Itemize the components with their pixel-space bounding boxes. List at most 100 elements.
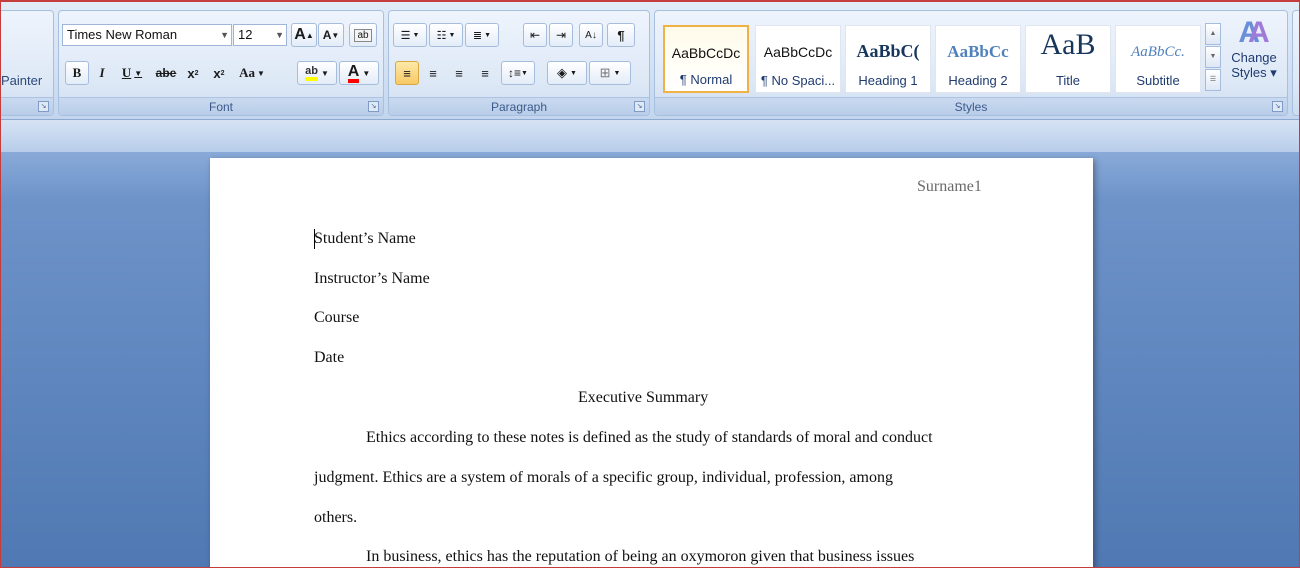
paragraph-2-line-1[interactable]: In business, ethics has the reputation o… [366, 548, 914, 566]
font-name-combo[interactable]: Times New Roman ▼ [62, 24, 232, 46]
font-group: Times New Roman ▼ 12 ▼ A ▲ A ▼ ab B I U ▼ a… [58, 10, 384, 116]
paragraph-1-line-2[interactable]: judgment. Ethics are a system of morals … [314, 469, 893, 487]
chevron-down-icon[interactable]: ▼ [321, 69, 329, 78]
change-styles-label-2: Styles ▾ [1231, 65, 1277, 80]
bullets-icon: ☰ [400, 29, 411, 42]
style-name: ¶ No Spaci... [760, 73, 836, 88]
pilcrow-icon: ¶ [617, 27, 625, 43]
style-sample: AaBbCc. [1131, 44, 1185, 60]
shrink-font-button[interactable]: A ▼ [318, 23, 344, 47]
grow-font-icon: A [294, 26, 306, 43]
clear-formatting-button[interactable]: ab [349, 23, 377, 47]
bold-icon: B [72, 65, 82, 80]
paragraph-1-line-3[interactable]: others. [314, 509, 357, 527]
change-styles-button[interactable]: AA Change Styles ▾ [1225, 15, 1283, 95]
line-spacing-icon: ↕≡ [508, 66, 522, 80]
superscript-icon: x [213, 65, 221, 81]
align-center-button[interactable]: ≡ [421, 61, 445, 85]
style-name: Title [1055, 73, 1081, 88]
align-right-button[interactable]: ≡ [447, 61, 471, 85]
format-painter-label[interactable]: Painter [1, 73, 42, 88]
italic-button[interactable]: I [91, 61, 113, 85]
style-sample: AaBbCcDc [671, 45, 741, 61]
style-title[interactable]: AaB Title [1025, 25, 1111, 93]
decrease-indent-button[interactable]: ⇤ [523, 23, 547, 47]
align-left-icon: ≡ [403, 65, 411, 81]
change-styles-icon: AA [1238, 16, 1270, 49]
change-case-button[interactable]: Aa ▼ [233, 61, 271, 85]
chevron-down-icon[interactable]: ▼ [220, 25, 229, 45]
sort-icon: A↓ [585, 29, 597, 41]
font-dialog-launcher-icon[interactable]: ↘ [368, 101, 379, 112]
style-name: ¶ Normal [679, 72, 733, 87]
ruler-band [0, 120, 1300, 152]
paragraph-1-line-1[interactable]: Ethics according to these notes is defin… [366, 429, 933, 447]
numbering-button[interactable]: ☷ ▼ [429, 23, 463, 47]
sort-button[interactable]: A↓ [579, 23, 603, 47]
line-spacing-button[interactable]: ↕≡ ▼ [501, 61, 535, 85]
font-size-combo[interactable]: 12 ▼ [233, 24, 287, 46]
style-name: Heading 1 [858, 73, 918, 88]
align-left-button[interactable]: ≡ [395, 61, 419, 85]
subscript-button[interactable]: x2 [181, 61, 205, 85]
document-page[interactable]: Surname1 Student’s Name Instructor’s Nam… [210, 158, 1093, 568]
italic-icon: I [99, 65, 105, 80]
align-center-icon: ≡ [429, 65, 437, 81]
superscript-button[interactable]: x2 [207, 61, 231, 85]
clipboard-group: Painter ↘ [0, 10, 54, 116]
subscript-icon: x [187, 65, 195, 81]
gallery-scroll-up-button[interactable]: ▲ [1205, 23, 1221, 45]
increase-indent-icon: ⇥ [555, 28, 567, 42]
page-header-surname: Surname1 [917, 178, 982, 195]
gallery-scroll-down-button[interactable]: ▼ [1205, 46, 1221, 68]
underline-button[interactable]: U ▼ [115, 61, 149, 85]
styles-group-label: Styles [655, 97, 1287, 115]
borders-icon: ⊞ [599, 65, 611, 80]
paragraph-group: ☰ ▼ ☷ ▼ ≣ ▼ ⇤ ⇥ A↓ ¶ ≡ ≡ ≡ ≡ ↕≡ ▼ ◈ ▼ ⊞ … [388, 10, 650, 116]
font-color-icon: A [347, 63, 360, 83]
paragraph-dialog-launcher-icon[interactable]: ↘ [634, 101, 645, 112]
style-heading-1[interactable]: AaBbC( Heading 1 [845, 25, 931, 93]
bullets-button[interactable]: ☰ ▼ [393, 23, 427, 47]
chevron-down-icon[interactable]: ▼ [275, 25, 284, 45]
borders-button[interactable]: ⊞ ▼ [589, 61, 631, 85]
chevron-down-icon[interactable]: ▼ [362, 69, 370, 78]
gallery-more-button[interactable]: ☰ [1205, 69, 1221, 91]
style-normal[interactable]: AaBbCcDc ¶ Normal [663, 25, 749, 93]
course-line[interactable]: Course [314, 309, 359, 327]
style-sample: AaB [1040, 28, 1096, 61]
ribbon: Painter ↘ Times New Roman ▼ 12 ▼ A ▲ A ▼ a… [0, 0, 1300, 120]
increase-indent-button[interactable]: ⇥ [549, 23, 573, 47]
bold-button[interactable]: B [65, 61, 89, 85]
styles-group: AaBbCcDc ¶ Normal AaBbCcDc ¶ No Spaci...… [654, 10, 1288, 116]
style-subtitle[interactable]: AaBbCc. Subtitle [1115, 25, 1201, 93]
style-sample: AaBbCc [947, 42, 1009, 61]
shading-icon: ◈ [557, 65, 568, 80]
style-name: Heading 2 [948, 73, 1008, 88]
style-no-spacing[interactable]: AaBbCcDc ¶ No Spaci... [755, 25, 841, 93]
align-right-icon: ≡ [455, 65, 463, 81]
editing-group-fragment [1292, 10, 1300, 116]
justify-button[interactable]: ≡ [473, 61, 497, 85]
style-name: Subtitle [1136, 73, 1180, 88]
instructor-name-line[interactable]: Instructor’s Name [314, 270, 430, 288]
show-formatting-button[interactable]: ¶ [607, 23, 635, 47]
highlight-button[interactable]: ab ▼ [297, 61, 337, 85]
grow-font-button[interactable]: A ▲ [291, 23, 317, 47]
document-title[interactable]: Executive Summary [578, 389, 708, 407]
clipboard-launcher-icon[interactable]: ↘ [38, 101, 49, 112]
shrink-font-icon: A [322, 28, 332, 42]
date-line[interactable]: Date [314, 349, 344, 367]
underline-icon: U [121, 65, 132, 80]
styles-dialog-launcher-icon[interactable]: ↘ [1272, 101, 1283, 112]
multilevel-list-button[interactable]: ≣ ▼ [465, 23, 499, 47]
font-color-button[interactable]: A ▼ [339, 61, 379, 85]
strikethrough-button[interactable]: abe [151, 61, 181, 85]
shading-button[interactable]: ◈ ▼ [547, 61, 587, 85]
style-heading-2[interactable]: AaBbCc Heading 2 [935, 25, 1021, 93]
numbering-icon: ☷ [436, 29, 447, 42]
change-styles-label-1: Change [1231, 50, 1277, 65]
student-name-line[interactable]: Student’s Name [314, 230, 416, 248]
strikethrough-icon: abe [155, 66, 177, 80]
font-name-value: Times New Roman [67, 27, 178, 42]
